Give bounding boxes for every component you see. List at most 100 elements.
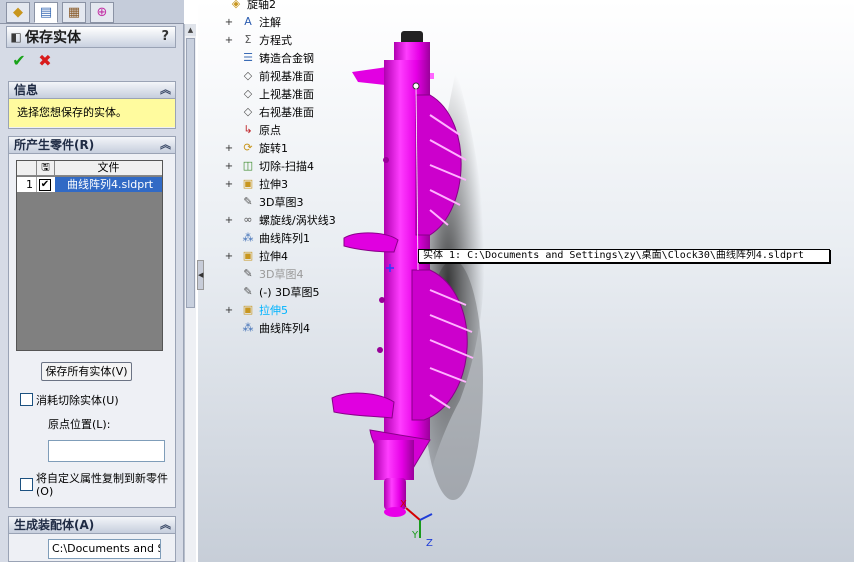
consume-cut-option[interactable]: 消耗切除实体(U): [20, 392, 119, 408]
expand-icon[interactable]: +: [224, 143, 234, 154]
tree-item-label: 前视基准面: [259, 70, 314, 83]
tree-item[interactable]: + ▣ 拉伸4: [224, 248, 288, 264]
index-column-header: [17, 161, 37, 175]
cancel-button[interactable]: ✖: [36, 52, 54, 70]
expand-icon[interactable]: +: [224, 161, 234, 172]
save-bodies-icon: ◧: [10, 30, 22, 44]
extrude-icon: ▣: [242, 249, 254, 262]
help-button[interactable]: ?: [161, 29, 169, 44]
tree-item[interactable]: + Σ 方程式: [224, 32, 292, 48]
tree-item[interactable]: ◇ 上视基准面: [224, 86, 314, 102]
copy-custom-properties-option[interactable]: 将自定义属性复制到新零件(O): [20, 472, 170, 498]
tree-item[interactable]: ◇ 前视基准面: [224, 68, 314, 84]
ok-button[interactable]: ✔: [10, 52, 28, 70]
shaft-top: [394, 42, 430, 62]
configuration-manager-tab[interactable]: ▦: [62, 2, 86, 23]
body-path-tooltip: 实体 1: C:\Documents and Settings\zy\桌面\Cl…: [418, 249, 830, 263]
resulting-parts-list[interactable]: 🖫 文件 1 ✔ 曲线阵列4.sldprt: [16, 160, 163, 351]
tree-item[interactable]: + ◫ 切除-扫描4: [224, 158, 314, 174]
expand-icon[interactable]: +: [224, 179, 234, 190]
assembly-group-header[interactable]: 生成装配体(A) ︽: [8, 516, 176, 534]
consume-cut-label: 消耗切除实体(U): [36, 394, 119, 407]
file-column-header: 文件: [97, 161, 120, 174]
copy-custom-properties-checkbox[interactable]: [20, 478, 33, 491]
reference-triad[interactable]: X Y Z: [398, 496, 442, 548]
origin-location-input[interactable]: [48, 440, 165, 462]
chevron-left-icon: ◀: [198, 271, 204, 279]
origin-location-label: 原点位置(L):: [48, 418, 111, 431]
row-index: 1: [17, 177, 37, 192]
panel-splitter[interactable]: ◀: [197, 260, 204, 290]
3d-sketch-icon: ✎: [243, 195, 253, 208]
expand-icon[interactable]: +: [224, 251, 234, 262]
z-axis-line: [419, 513, 433, 521]
tree-item-label: 切除-扫描4: [259, 160, 314, 173]
save-icon: 🖫: [41, 162, 50, 173]
tree-item[interactable]: + ∞ 螺旋线/涡状线3: [224, 212, 336, 228]
material-icon: ☰: [243, 51, 253, 64]
property-manager-tab[interactable]: ▤: [34, 2, 58, 23]
assembly-path-input[interactable]: C:\Documents and Set: [48, 539, 161, 559]
dimxpert-icon: ⊕: [96, 5, 108, 20]
upper-left-flange: [343, 232, 399, 253]
parts-group-title: 所产生零件(R): [14, 138, 95, 152]
tree-item-label: 旋轴2: [247, 0, 276, 11]
tree-item[interactable]: + A 注解: [224, 14, 281, 30]
graphics-area[interactable]: ◈ 旋轴2 + A 注解 + Σ 方程式 ☰ 铸造合金钢 ◇ 前视基准面 ◇ 上视基准面 ◇ 右视基准面 ↳ 原点…: [198, 0, 854, 562]
tree-item[interactable]: ◈ 旋轴2: [212, 0, 276, 12]
info-group-header[interactable]: 信息 ︽: [8, 81, 176, 99]
tree-item-label: 注解: [259, 16, 281, 29]
tree-item[interactable]: ⁂ 曲线阵列4: [224, 320, 311, 336]
x-axis-label: X: [400, 499, 407, 510]
save-all-bodies-button[interactable]: 保存所有实体(V): [41, 362, 132, 381]
dimxpert-tab[interactable]: ⊕: [90, 2, 114, 23]
tree-item[interactable]: + ⟳ 旋转1: [224, 140, 288, 156]
expand-icon[interactable]: +: [224, 17, 234, 28]
tree-item-label: 铸造合金钢: [259, 52, 314, 65]
close-icon: ✖: [38, 51, 52, 70]
plane-icon: ◇: [243, 87, 253, 100]
feature-manager-icon: ◆: [13, 5, 23, 20]
tree-item[interactable]: ✎ (-) 3D草图5: [224, 284, 319, 300]
table-row[interactable]: 1 ✔ 曲线阵列4.sldprt: [17, 177, 162, 192]
tree-item[interactable]: + ▣ 拉伸5: [224, 302, 288, 318]
expand-icon[interactable]: +: [224, 305, 234, 316]
tree-item-label: 螺旋线/涡状线3: [259, 214, 336, 227]
save-checkbox[interactable]: ✔: [39, 179, 51, 191]
expand-icon[interactable]: +: [224, 215, 234, 226]
configuration-manager-icon: ▦: [67, 5, 81, 20]
tree-item[interactable]: + ▣ 拉伸3: [224, 176, 288, 192]
info-group-title: 信息: [14, 83, 39, 97]
manager-tabs: ◆ ▤ ▦ ⊕: [0, 0, 184, 24]
tree-item-label: 3D草图4: [259, 268, 304, 281]
tree-item[interactable]: ⁂ 曲线阵列1: [224, 230, 311, 246]
equations-icon: Σ: [244, 33, 252, 46]
z-axis-label: Z: [426, 538, 433, 548]
scrollbar-thumb[interactable]: [186, 38, 195, 308]
plane-icon: ◇: [243, 105, 253, 118]
feature-manager-tab[interactable]: ◆: [6, 2, 30, 23]
property-manager-title-bar: ◧ 保存实体 ?: [6, 26, 176, 48]
shaft-hole: [379, 297, 385, 303]
tree-item[interactable]: ↳ 原点: [224, 122, 281, 138]
annotations-icon: A: [244, 15, 252, 28]
copy-custom-properties-label: 将自定义属性复制到新零件(O): [36, 472, 168, 498]
property-manager-scrollbar[interactable]: ▲: [184, 24, 196, 562]
expand-icon[interactable]: +: [224, 35, 234, 46]
tree-item-label: 右视基准面: [259, 106, 314, 119]
file-name-cell[interactable]: 曲线阵列4.sldprt: [55, 177, 162, 192]
revolve-icon: ⟳: [243, 141, 253, 154]
bottom-collar: [374, 440, 414, 480]
tree-item[interactable]: ☰ 铸造合金钢: [224, 50, 314, 66]
scroll-up-icon[interactable]: ▲: [185, 24, 196, 36]
tree-item[interactable]: ✎ 3D草图4: [224, 266, 303, 282]
tree-item-label: 旋转1: [259, 142, 288, 155]
chevron-up-icon: ︽: [160, 518, 171, 531]
consume-cut-checkbox[interactable]: [20, 393, 33, 406]
page-title: 保存实体: [25, 30, 81, 46]
parts-group-header[interactable]: 所产生零件(R) ︽: [8, 136, 176, 154]
tree-item[interactable]: ✎ 3D草图3: [224, 194, 303, 210]
shaft-hole: [377, 347, 383, 353]
tree-item[interactable]: ◇ 右视基准面: [224, 104, 314, 120]
info-message: 选择您想保存的实体。: [9, 99, 175, 127]
